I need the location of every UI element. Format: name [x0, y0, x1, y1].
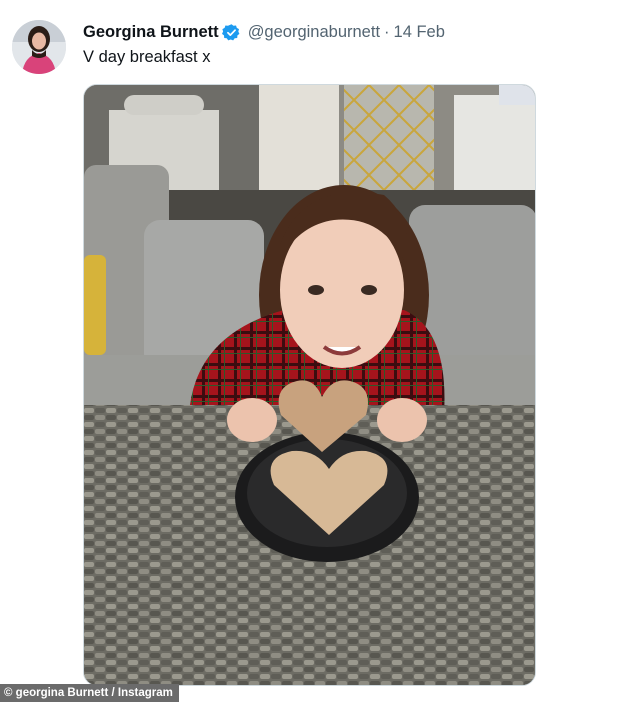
- author-handle[interactable]: @georginaburnett: [248, 23, 380, 42]
- verified-badge-icon: [221, 23, 241, 42]
- author-avatar[interactable]: [12, 20, 66, 74]
- header-separator: ·: [384, 22, 390, 41]
- author-name[interactable]: Georgina Burnett: [83, 23, 219, 42]
- tweet-text: V day breakfast x: [83, 48, 211, 66]
- photo-credit: © georgina Burnett / Instagram: [0, 684, 179, 702]
- tweet-card: Georgina Burnett @georginaburnett · 14 F…: [0, 0, 634, 702]
- tweet-photo[interactable]: [83, 84, 536, 686]
- tweet-header: Georgina Burnett @georginaburnett · 14 F…: [83, 22, 445, 42]
- tweet-date[interactable]: 14 Feb: [394, 23, 445, 42]
